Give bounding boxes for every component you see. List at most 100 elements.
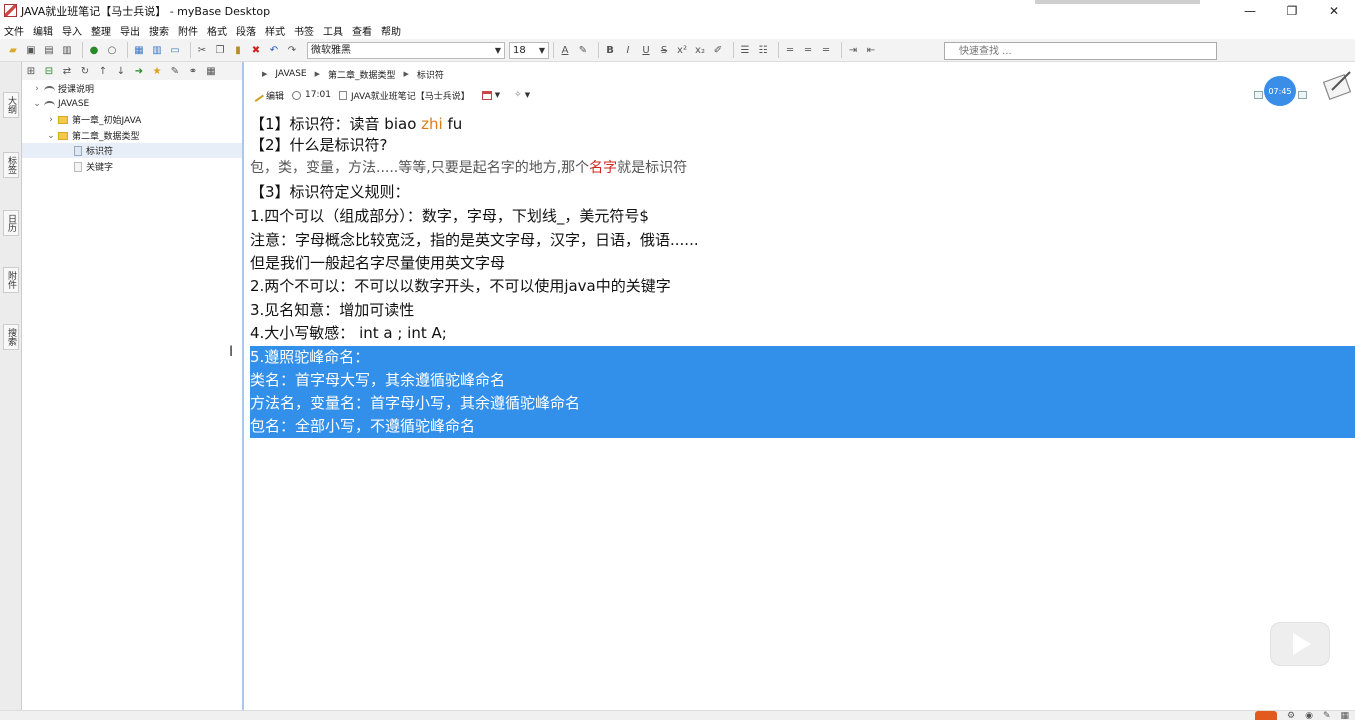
forward-icon[interactable]: ○ — [105, 43, 119, 57]
menu-style[interactable]: 样式 — [265, 23, 285, 38]
note-line: 注意：字母概念比较宽泛，指的是英文字母，汉字，日语，俄语...... — [250, 231, 699, 249]
menu-bookmark[interactable]: 书签 — [294, 23, 314, 38]
menu-view[interactable]: 查看 — [352, 23, 372, 38]
breadcrumb-item[interactable]: JAVASE — [275, 69, 306, 79]
undo-icon[interactable]: ↶ — [267, 43, 281, 57]
export-icon[interactable]: ▥ — [60, 43, 74, 57]
tray-icon[interactable]: ✎ — [1323, 711, 1331, 720]
side-tab-search[interactable]: 搜索 — [3, 324, 19, 350]
bold-icon[interactable]: B — [603, 43, 617, 57]
pen-notebook-icon[interactable] — [1322, 68, 1354, 100]
back-icon[interactable]: ● — [87, 43, 101, 57]
outdent-icon[interactable]: ⇤ — [864, 43, 878, 57]
side-tab-outline[interactable]: 大纲 — [3, 92, 19, 118]
chevron-right-icon[interactable]: › — [32, 84, 42, 94]
copy-icon[interactable]: ❐ — [213, 43, 227, 57]
tray-icon[interactable]: ▦ — [1340, 711, 1349, 720]
tag-icon[interactable]: ✧ — [514, 90, 522, 100]
align-center-icon[interactable]: ═ — [801, 43, 815, 57]
close-button[interactable]: ✕ — [1313, 0, 1355, 21]
menu-file[interactable]: 文件 — [4, 23, 24, 38]
arrow-right-icon[interactable]: ➜ — [132, 64, 146, 78]
chevron-down-icon[interactable]: ⌄ — [46, 131, 56, 141]
document-icon — [74, 145, 82, 156]
toolbar-separator — [190, 42, 191, 58]
timer-badge[interactable]: 07:45 — [1264, 76, 1296, 106]
label-icon[interactable]: ✎ — [168, 64, 182, 78]
tree-item[interactable]: › 第一章_初始JAVA — [46, 112, 141, 127]
tree-item[interactable]: ⌄ 第二章_数据类型 — [46, 128, 139, 143]
app-logo-icon — [4, 4, 17, 17]
move-down-icon[interactable]: ↓ — [114, 64, 128, 78]
breadcrumb-item[interactable]: 标识符 — [417, 68, 444, 81]
menu-format[interactable]: 格式 — [207, 23, 227, 38]
highlight-icon[interactable]: ✎ — [576, 43, 590, 57]
input-method-icon[interactable] — [1255, 711, 1277, 720]
save-icon[interactable]: ▣ — [24, 43, 38, 57]
new-child-icon[interactable]: ⊟ — [42, 64, 56, 78]
panel-icon[interactable]: ▭ — [168, 43, 182, 57]
new-item-icon[interactable]: ⊞ — [24, 64, 38, 78]
edit-mode-button[interactable]: 编辑 — [266, 89, 284, 102]
split-view-icon[interactable]: ▥ — [150, 43, 164, 57]
menu-tools[interactable]: 工具 — [323, 23, 343, 38]
side-tab-tags[interactable]: 标签 — [3, 152, 19, 178]
font-family-select[interactable]: 微软雅黑 ▼ — [307, 41, 505, 59]
overlay-shadow — [1035, 0, 1200, 4]
chevron-down-icon[interactable]: ⌄ — [32, 99, 42, 109]
maximize-button[interactable]: ❐ — [1271, 0, 1313, 21]
tree-item[interactable]: 关键字 — [74, 159, 113, 174]
menu-edit[interactable]: 编辑 — [33, 23, 53, 38]
toolbar-separator — [82, 42, 83, 58]
note-editor[interactable]: 【1】标识符：读音 biao zhi fu 【2】什么是标识符? 包，类，变量，… — [244, 108, 1355, 720]
minimize-button[interactable]: — — [1229, 0, 1271, 21]
font-color-icon[interactable]: A — [558, 43, 572, 57]
chevron-down-icon[interactable]: ▼ — [525, 91, 530, 99]
move-up-icon[interactable]: ↑ — [96, 64, 110, 78]
delete-icon[interactable]: ✖ — [249, 43, 263, 57]
grid-icon[interactable]: ▦ — [204, 64, 218, 78]
align-right-icon[interactable]: ═ — [819, 43, 833, 57]
menu-import[interactable]: 导入 — [62, 23, 82, 38]
menu-search[interactable]: 搜索 — [149, 23, 169, 38]
print-icon[interactable]: ▤ — [42, 43, 56, 57]
menu-organize[interactable]: 整理 — [91, 23, 111, 38]
layout-icon[interactable]: ▦ — [132, 43, 146, 57]
tree-item[interactable]: › 授课说明 — [32, 81, 94, 96]
quick-search-input[interactable] — [944, 42, 1217, 60]
font-size-select[interactable]: 18 ▼ — [509, 41, 549, 59]
menu-paragraph[interactable]: 段落 — [236, 23, 256, 38]
strikethrough-icon[interactable]: S — [657, 43, 671, 57]
link-icon[interactable]: ⚭ — [186, 64, 200, 78]
note-info-bar: 编辑 17:01 JAVA就业班笔记【马士兵说】 ▼ ✧ ▼ — [244, 86, 530, 104]
tree-item[interactable]: ⌄ JAVASE — [32, 96, 89, 111]
calendar-icon[interactable] — [481, 90, 492, 100]
align-left-icon[interactable]: ═ — [783, 43, 797, 57]
indent-icon[interactable]: ⇥ — [846, 43, 860, 57]
tray-icon[interactable]: ◉ — [1305, 711, 1313, 720]
chevron-right-icon[interactable]: › — [46, 115, 56, 125]
move-icon[interactable]: ⇄ — [60, 64, 74, 78]
tray-icon[interactable]: ⚙ — [1287, 711, 1295, 720]
superscript-icon[interactable]: x² — [675, 43, 689, 57]
open-folder-icon[interactable]: ▰ — [6, 43, 20, 57]
side-tab-attachments[interactable]: 附件 — [3, 267, 19, 293]
menu-attachment[interactable]: 附件 — [178, 23, 198, 38]
menu-help[interactable]: 帮助 — [381, 23, 401, 38]
menu-export[interactable]: 导出 — [120, 23, 140, 38]
refresh-icon[interactable]: ↻ — [78, 64, 92, 78]
underline-icon[interactable]: U — [639, 43, 653, 57]
cut-icon[interactable]: ✂ — [195, 43, 209, 57]
tree-item-selected[interactable]: 标识符 — [22, 143, 242, 158]
chevron-down-icon[interactable]: ▼ — [495, 91, 500, 99]
side-tab-calendar[interactable]: 日历 — [3, 210, 19, 236]
breadcrumb-item[interactable]: 第二章_数据类型 — [328, 68, 396, 81]
numbered-list-icon[interactable]: ☰ — [738, 43, 752, 57]
star-icon[interactable]: ★ — [150, 64, 164, 78]
redo-icon[interactable]: ↷ — [285, 43, 299, 57]
format-painter-icon[interactable]: ✐ — [711, 43, 725, 57]
italic-icon[interactable]: I — [621, 43, 635, 57]
subscript-icon[interactable]: x₂ — [693, 43, 707, 57]
bullet-list-icon[interactable]: ☷ — [756, 43, 770, 57]
paste-icon[interactable]: ▮ — [231, 43, 245, 57]
